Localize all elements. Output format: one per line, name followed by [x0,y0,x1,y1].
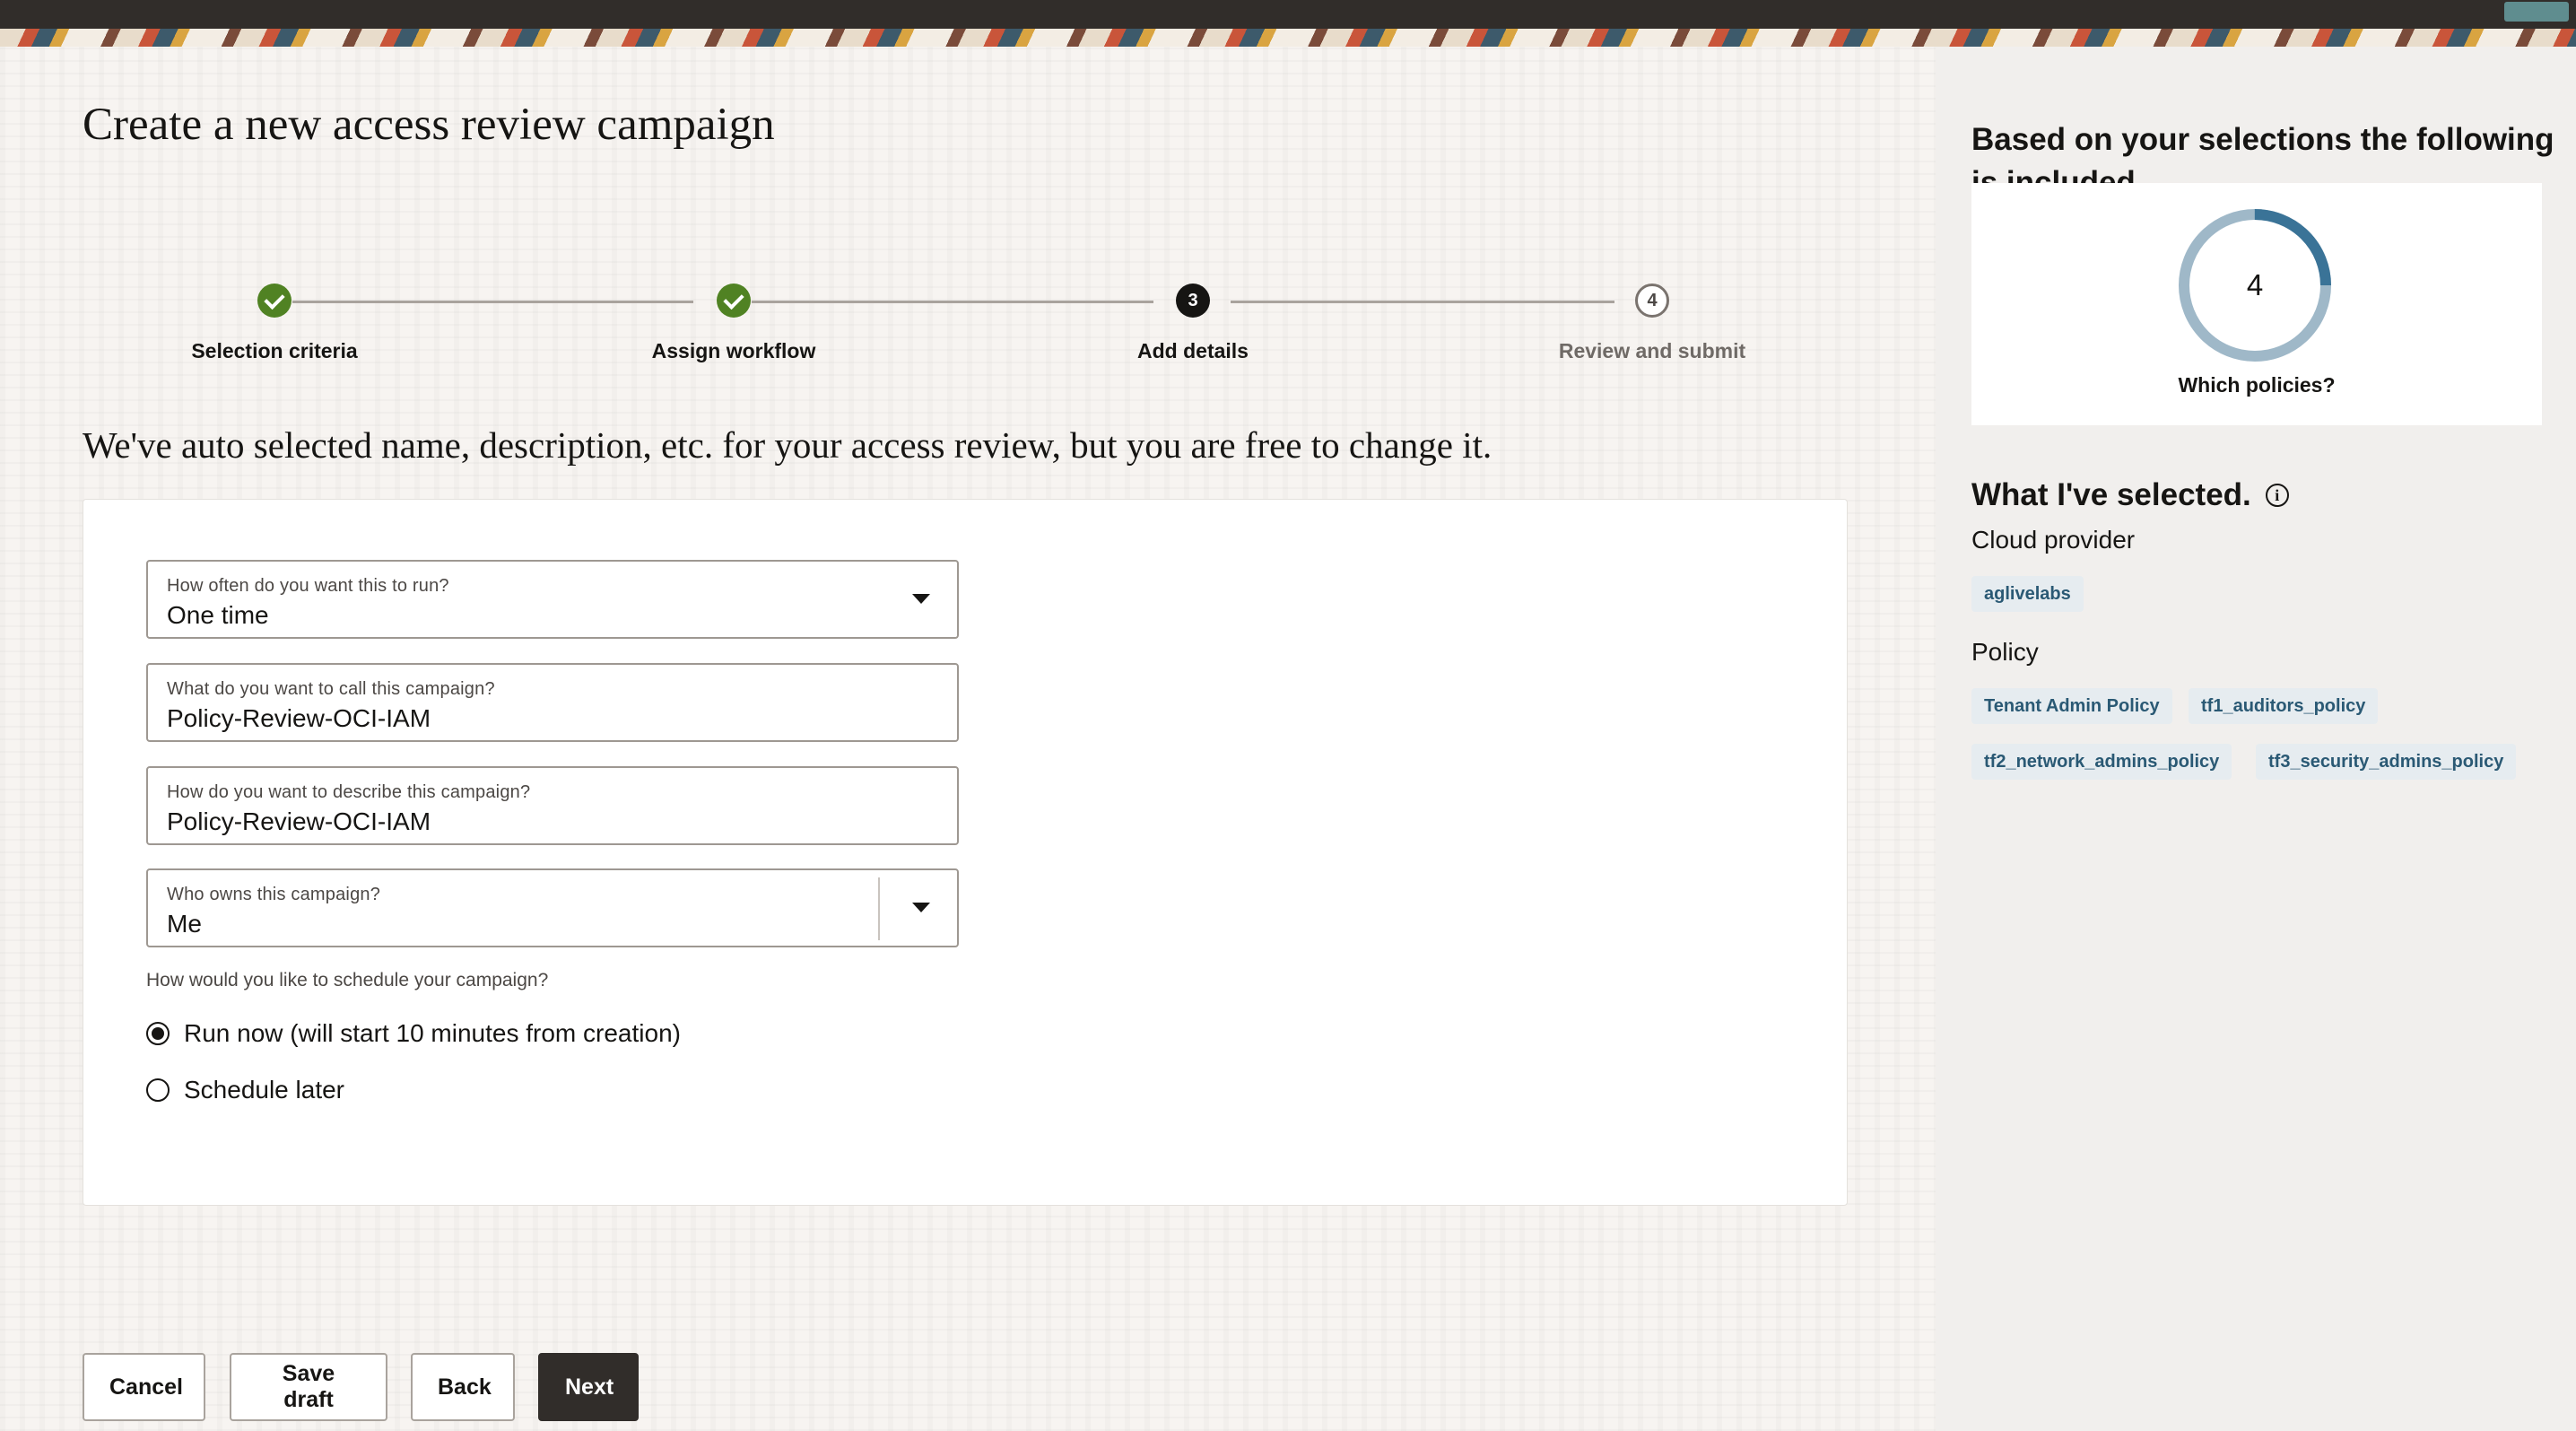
decorative-banner [0,2,2576,47]
campaign-owner-select[interactable]: Who owns this campaign? Me [146,868,959,947]
policy-chip: tf2_network_admins_policy [1971,744,2232,780]
cloud-provider-chip: aglivelabs [1971,576,2084,612]
step-3-number: 3 [1176,284,1210,318]
campaign-description-label: How do you want to describe this campaig… [167,782,531,802]
summary-sidebar: Based on your selections the following i… [1936,47,2576,1431]
step-connector [1231,301,1614,303]
campaign-description-value[interactable]: Policy-Review-OCI-IAM [167,807,431,836]
radio-run-now[interactable]: Run now (will start 10 minutes from crea… [146,1019,681,1048]
field-divider [878,877,880,940]
main-panel: Create a new access review campaign 3 4 … [0,47,1936,1431]
radio-run-now-label[interactable]: Run now (will start 10 minutes from crea… [184,1019,681,1048]
cloud-provider-label: Cloud provider [1971,526,2136,554]
step-connector [292,301,693,303]
step-label-review-and-submit: Review and submit [1558,339,1746,362]
save-draft-button[interactable]: Save draft [230,1353,387,1421]
radio-schedule-later-label[interactable]: Schedule later [184,1076,344,1104]
schedule-question: How would you like to schedule your camp… [146,970,549,990]
step-label-add-details: Add details [1137,339,1249,362]
radio-unselected-icon[interactable] [146,1078,170,1102]
top-bar [0,0,2576,29]
radio-selected-icon[interactable] [146,1022,170,1045]
step-label-selection-criteria: Selection criteria [191,339,358,362]
step-connector [752,301,1153,303]
selected-title-text: What I've selected. [1971,477,2251,512]
check-icon [264,288,285,310]
campaign-name-value[interactable]: Policy-Review-OCI-IAM [167,704,431,733]
back-button[interactable]: Back [411,1353,515,1421]
policy-chip: tf1_auditors_policy [2189,688,2379,724]
cancel-button[interactable]: Cancel [83,1353,205,1421]
campaign-description-input[interactable]: How do you want to describe this campaig… [146,766,959,845]
radio-schedule-later[interactable]: Schedule later [146,1076,344,1104]
next-button[interactable]: Next [538,1353,639,1421]
banner-decoration [2504,2,2569,22]
policies-caption: Which policies? [2178,373,2336,397]
policies-summary-card[interactable]: 4 Which policies? [1971,183,2542,425]
page-title: Create a new access review campaign [83,100,775,150]
policy-chip: tf3_security_admins_policy [2256,744,2517,780]
policy-chip: Tenant Admin Policy [1971,688,2172,724]
campaign-owner-value[interactable]: Me [167,910,202,938]
check-icon [723,288,744,310]
chevron-down-icon[interactable] [912,594,930,604]
progress-stepper: 3 4 Selection criteria Assign workflow A… [135,237,1767,380]
policy-label: Policy [1971,638,2039,666]
policies-count: 4 [2246,268,2264,301]
step-4-number: 4 [1635,284,1669,318]
campaign-name-label: What do you want to call this campaign? [167,679,495,699]
info-icon[interactable]: i [2265,484,2289,507]
form-intro-text: We've auto selected name, description, e… [83,424,1493,466]
campaign-owner-label: Who owns this campaign? [167,885,381,904]
step-label-assign-workflow: Assign workflow [651,339,816,362]
frequency-value: One time [167,601,269,629]
details-form-card: How often do you want this to run? One t… [83,499,1848,1206]
chevron-down-icon[interactable] [912,903,930,912]
frequency-label: How often do you want this to run? [167,576,449,596]
step-2-complete-icon [717,284,751,318]
campaign-name-input[interactable]: What do you want to call this campaign? … [146,663,959,742]
selected-section-title: What I've selected. i [1971,477,2289,513]
step-1-complete-icon [257,284,292,318]
frequency-select[interactable]: How often do you want this to run? One t… [146,560,959,639]
